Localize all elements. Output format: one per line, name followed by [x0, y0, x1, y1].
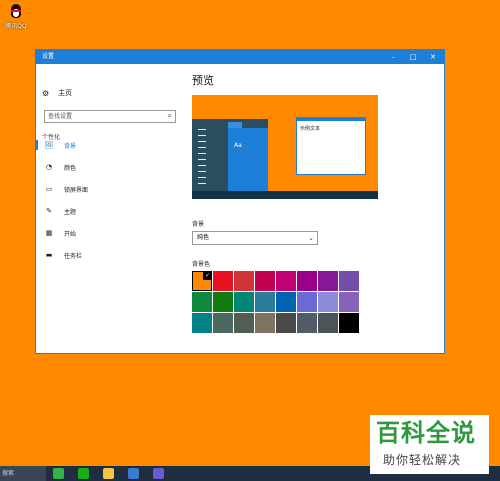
preview-menu-lines [198, 129, 206, 189]
taskbar-icon: ▬ [45, 251, 53, 259]
nav-home-label: 主页 [58, 89, 72, 97]
watermark-title: 百科全说 [376, 419, 476, 447]
color-swatch[interactable] [318, 271, 338, 291]
sidebar-item[interactable]: ✎ 主题 [36, 204, 184, 218]
color-swatch[interactable] [339, 271, 359, 291]
vpn-icon[interactable] [153, 468, 164, 479]
search-placeholder: 查找设置 [48, 113, 73, 120]
background-type-value: 纯色 [197, 234, 210, 241]
sidebar-item[interactable]: ◔ 颜色 [36, 160, 184, 174]
nav-home[interactable]: ⚙ 主页 [42, 88, 72, 98]
preview-heading: 预览 [192, 74, 214, 87]
sidebar-item[interactable]: ▭ 锁屏界面 [36, 182, 184, 196]
sidebar-item[interactable]: 🖼 背景 [36, 138, 184, 152]
color-swatch[interactable]: ✓ [192, 271, 212, 291]
settings-window: 设置 – □ ✕ ⚙ 主页 查找设置 ⌕ 个性化 🖼 背景 ◔ 颜色 ▭ 锁屏界面 ✎ 主题 ▦… [36, 50, 444, 353]
title-bar[interactable]: 设置 – □ ✕ [36, 50, 444, 64]
color-swatch[interactable] [255, 271, 275, 291]
browser-icon[interactable] [53, 468, 64, 479]
sidebar-item-label: 背景 [64, 142, 77, 150]
minimize-button[interactable]: – [384, 50, 402, 64]
color-swatch[interactable] [192, 313, 212, 333]
sidebar-item-label: 锁屏界面 [64, 186, 89, 194]
theme-icon: ✎ [46, 207, 52, 215]
background-label: 背景 [192, 221, 205, 228]
preview-window: 示例文本 [296, 117, 366, 175]
watermark: 百科全说 助你轻松解决 [370, 415, 489, 474]
sidebar-item-label: 开始 [64, 230, 77, 238]
maximize-button[interactable]: □ [404, 50, 422, 64]
color-swatch[interactable] [297, 271, 317, 291]
penguin-icon [7, 2, 25, 20]
color-swatch[interactable] [213, 313, 233, 333]
settings-sidebar: ⚙ 主页 查找设置 ⌕ 个性化 🖼 背景 ◔ 颜色 ▭ 锁屏界面 ✎ 主题 ▦ 开始 ▬ 任务栏 [36, 64, 184, 353]
preview-taskbar [192, 191, 378, 199]
qq-desktop-icon[interactable]: 腾讯QQ [4, 2, 28, 30]
preview-window-text: 示例文本 [300, 126, 321, 132]
color-swatch-grid: ✓ [192, 271, 359, 335]
settings-content: 预览 Aa 示例文本 背景 纯色 ⌄ 背景色 ✓ [184, 64, 444, 353]
background-preview: Aa 示例文本 [192, 95, 378, 199]
window-title: 设置 [42, 53, 55, 60]
sidebar-item[interactable]: ▬ 任务栏 [36, 248, 184, 262]
color-swatch[interactable] [234, 313, 254, 333]
color-swatch[interactable] [276, 292, 296, 312]
preview-tile: Aa [228, 128, 268, 191]
wechat-icon[interactable] [78, 468, 89, 479]
color-swatch[interactable] [339, 292, 359, 312]
sidebar-item-label: 任务栏 [64, 252, 83, 260]
color-swatch[interactable] [234, 292, 254, 312]
sidebar-item-label: 主题 [64, 208, 77, 216]
sidebar-item-label: 颜色 [64, 164, 77, 172]
checkmark-icon: ✓ [203, 271, 212, 280]
taskbar-search[interactable]: 搜索 [0, 466, 46, 481]
background-type-select[interactable]: 纯色 ⌄ [192, 231, 318, 245]
color-swatch[interactable] [297, 313, 317, 333]
lockscreen-icon: ▭ [45, 185, 53, 193]
gear-icon: ⚙ [42, 88, 50, 98]
color-swatch[interactable] [192, 292, 212, 312]
background-color-label: 背景色 [192, 261, 211, 268]
folder-icon[interactable] [103, 468, 114, 479]
settings-search-input[interactable]: 查找设置 ⌕ [44, 110, 176, 123]
desktop-icon-label: 腾讯QQ [5, 23, 27, 30]
watermark-subtitle: 助你轻松解决 [383, 453, 462, 467]
sidebar-item[interactable]: ▦ 开始 [36, 226, 184, 240]
color-swatch[interactable] [213, 271, 233, 291]
color-swatch[interactable] [213, 292, 233, 312]
start-icon: ▦ [45, 229, 53, 237]
color-swatch[interactable] [318, 313, 338, 333]
close-button[interactable]: ✕ [424, 50, 442, 64]
color-swatch[interactable] [318, 292, 338, 312]
image-icon: 🖼 [44, 141, 54, 149]
color-swatch[interactable] [339, 313, 359, 333]
color-swatch[interactable] [276, 313, 296, 333]
chevron-down-icon: ⌄ [308, 234, 314, 242]
color-swatch[interactable] [255, 313, 275, 333]
color-swatch[interactable] [234, 271, 254, 291]
search-icon[interactable]: ⌕ [168, 110, 172, 121]
store-icon[interactable] [128, 468, 139, 479]
color-swatch[interactable] [255, 292, 275, 312]
palette-icon: ◔ [45, 163, 53, 171]
color-swatch[interactable] [276, 271, 296, 291]
color-swatch[interactable] [297, 292, 317, 312]
preview-tile-text: Aa [234, 142, 242, 149]
